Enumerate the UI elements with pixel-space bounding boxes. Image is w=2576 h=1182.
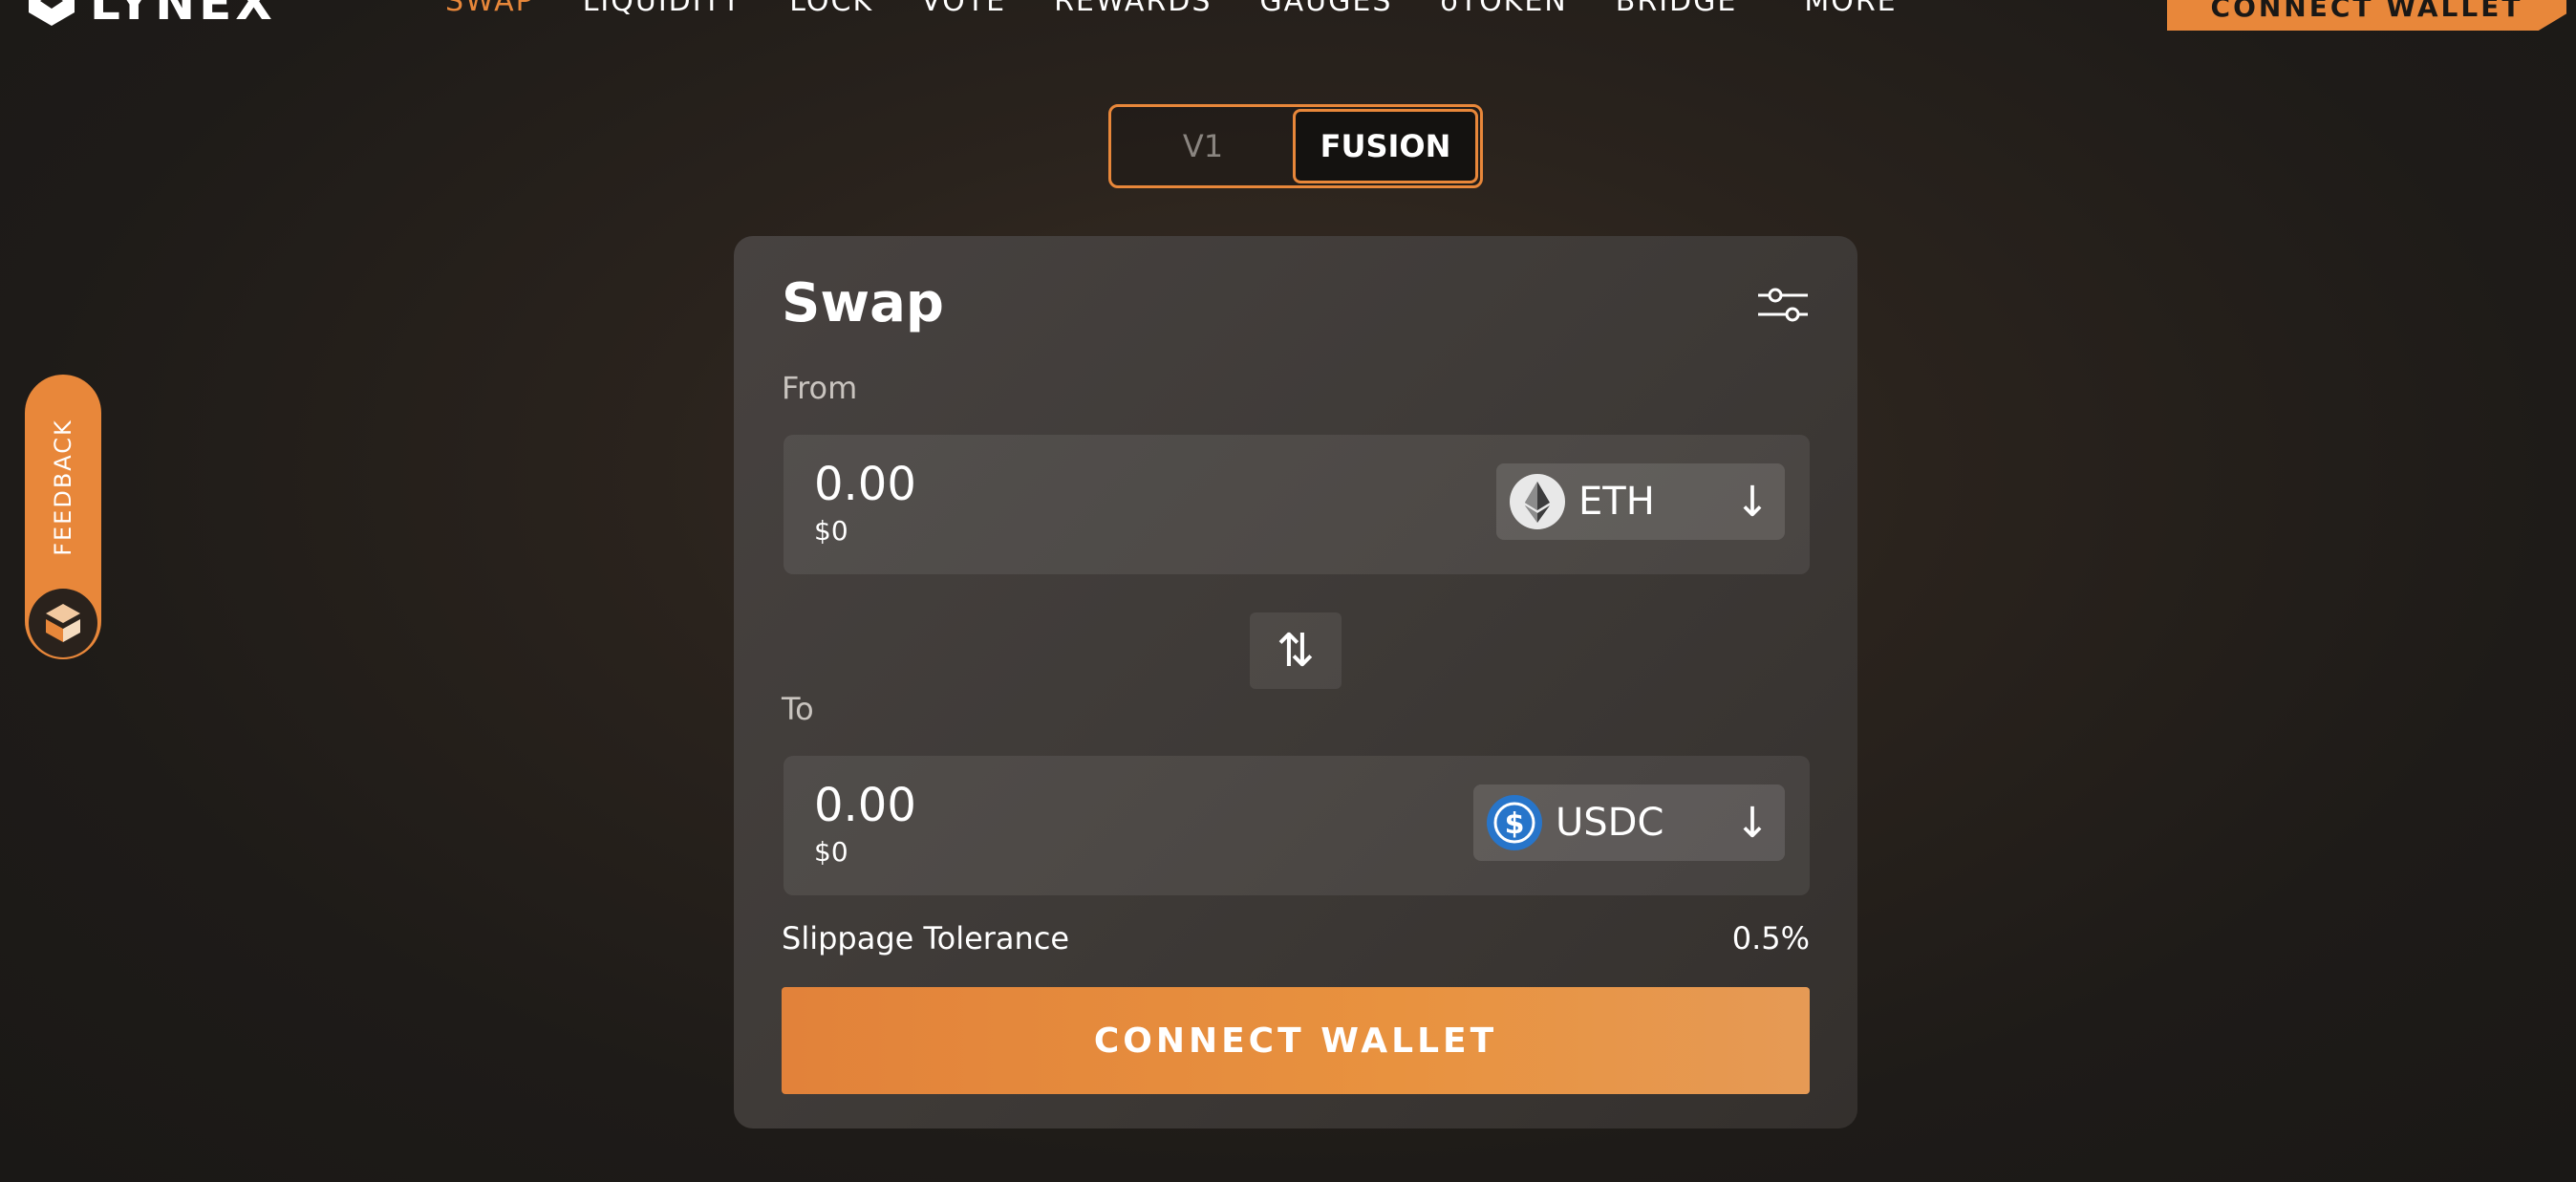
nav-item-vote[interactable]: VOTE bbox=[921, 0, 1006, 18]
feedback-label: FEEDBACK bbox=[50, 419, 76, 556]
from-token-select[interactable]: ETH ↓ bbox=[1496, 463, 1785, 540]
version-v1-button[interactable]: V1 bbox=[1113, 109, 1293, 183]
slippage-label: Slippage Tolerance bbox=[782, 920, 1070, 956]
from-token-box: 0.00 $0 ETH ↓ bbox=[784, 435, 1810, 574]
to-token-select[interactable]: $ USDC ↓ bbox=[1473, 784, 1785, 861]
nav-item-more[interactable]: MORE bbox=[1804, 0, 1897, 18]
header-connect-wallet-button[interactable]: CONNECT WALLET bbox=[2167, 0, 2566, 31]
to-token-name: USDC bbox=[1556, 801, 1664, 845]
from-amount-input[interactable]: 0.00 bbox=[814, 458, 916, 511]
usdc-icon: $ bbox=[1487, 795, 1542, 850]
version-toggle: V1 FUSION bbox=[1108, 104, 1483, 188]
to-usd-value: $0 bbox=[814, 836, 848, 868]
nav-menu: SWAP LIQUIDITY LOCK VOTE REWARDS GAUGES … bbox=[445, 0, 1898, 18]
to-token-box: 0.00 $0 $ USDC ↓ bbox=[784, 756, 1810, 895]
arrow-down-icon: ↓ bbox=[1734, 477, 1771, 527]
slippage-value[interactable]: 0.5% bbox=[1732, 920, 1810, 956]
feedback-logo-icon bbox=[29, 589, 97, 657]
svg-text:$: $ bbox=[1505, 807, 1525, 841]
nav-item-bridge[interactable]: BRIDGE bbox=[1616, 0, 1738, 18]
eth-icon bbox=[1510, 474, 1565, 529]
logo[interactable]: LYNEX bbox=[27, 0, 276, 31]
to-label: To bbox=[782, 691, 814, 727]
swap-title: Swap bbox=[782, 272, 944, 334]
nav-item-gauges[interactable]: GAUGES bbox=[1259, 0, 1392, 18]
from-token-name: ETH bbox=[1578, 480, 1655, 524]
lynex-logo-icon bbox=[27, 0, 76, 28]
feedback-tab[interactable]: FEEDBACK bbox=[25, 375, 101, 659]
nav-item-otoken[interactable]: oTOKEN bbox=[1440, 0, 1567, 18]
from-usd-value: $0 bbox=[814, 515, 848, 547]
nav-item-liquidity[interactable]: LIQUIDITY bbox=[583, 0, 742, 18]
version-fusion-button[interactable]: FUSION bbox=[1293, 109, 1478, 183]
settings-sliders-icon[interactable] bbox=[1756, 284, 1810, 326]
nav-item-lock[interactable]: LOCK bbox=[789, 0, 873, 18]
top-navigation: LYNEX SWAP LIQUIDITY LOCK VOTE REWARDS G… bbox=[0, 0, 2576, 38]
logo-text: LYNEX bbox=[90, 0, 276, 31]
swap-arrows-icon: ⇅ bbox=[1276, 624, 1316, 677]
arrow-down-icon: ↓ bbox=[1734, 798, 1771, 848]
connect-wallet-button[interactable]: CONNECT WALLET bbox=[782, 987, 1810, 1094]
from-label: From bbox=[782, 370, 858, 406]
nav-item-swap[interactable]: SWAP bbox=[445, 0, 535, 18]
swap-card: Swap From 0.00 $0 ETH ↓ ⇅ To 0.00 $0 $ U… bbox=[734, 236, 1857, 1128]
swap-direction-button[interactable]: ⇅ bbox=[1250, 612, 1342, 689]
nav-item-rewards[interactable]: REWARDS bbox=[1054, 0, 1212, 18]
to-amount-input[interactable]: 0.00 bbox=[814, 779, 916, 832]
